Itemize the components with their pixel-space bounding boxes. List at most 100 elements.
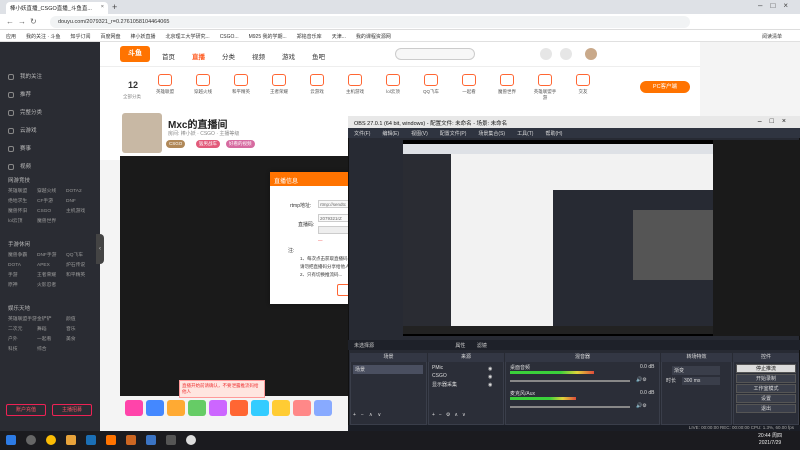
sidebar-grid-item[interactable]: QQ飞车 xyxy=(66,251,95,261)
terminal-icon[interactable] xyxy=(166,435,176,445)
browser-tab[interactable]: 棒小妖直播_CSGO直播_斗鱼直... × xyxy=(6,2,108,14)
windows-start-icon[interactable] xyxy=(6,435,16,445)
search-input[interactable] xyxy=(395,48,475,60)
nav-buttons[interactable]: ←→↻ xyxy=(6,17,41,26)
sidebar-grid-item[interactable]: 主机游戏 xyxy=(66,207,95,217)
douyu-logo[interactable]: 斗鱼 xyxy=(120,46,150,62)
sidebar-grid-item[interactable]: 舞蹈 xyxy=(37,325,66,335)
mixer-desktop-slider[interactable] xyxy=(510,380,630,382)
room-tag[interactable]: 猛男战车 xyxy=(196,140,220,148)
category-item[interactable]: lol云顶 xyxy=(380,74,406,95)
filters-button[interactable]: 滤镜 xyxy=(477,343,487,349)
bookmark-item[interactable]: 我的课程资源网 xyxy=(356,34,391,40)
avatar[interactable] xyxy=(585,48,597,60)
bookmark-item[interactable]: 棒小妖直播 xyxy=(131,34,156,40)
bookmark-item[interactable]: CSGO... xyxy=(220,34,239,40)
sidebar-grid-item[interactable]: 原神 xyxy=(8,281,37,291)
sidebar-grid-item[interactable]: 王者荣耀 xyxy=(37,271,66,281)
sidebar-item[interactable]: 完整分类 xyxy=(8,108,42,116)
obs-menu-item[interactable]: 编辑(E) xyxy=(382,131,399,137)
sidebar-grid-item[interactable]: 穿越火线 xyxy=(37,187,66,197)
category-item[interactable]: 英雄联盟手游 xyxy=(532,74,558,101)
obs-menu-item[interactable]: 配置文件(P) xyxy=(440,131,467,137)
gift-icon[interactable] xyxy=(209,400,227,416)
collapse-sidebar-icon[interactable]: ‹ xyxy=(96,234,104,264)
obs-preview[interactable] xyxy=(403,140,800,336)
sidebar-grid-item[interactable]: 科技 xyxy=(8,345,37,355)
reading-list[interactable]: 阅读清单 xyxy=(762,33,782,40)
bookmark-item[interactable]: 郑铭音乐库 xyxy=(297,34,322,40)
sidebar-item[interactable]: 推荐 xyxy=(8,90,31,98)
sidebar-item[interactable]: 视频 xyxy=(8,162,31,170)
sidebar-grid-item[interactable]: DOTA2 xyxy=(66,187,95,197)
source-dock-controls[interactable]: +−⚙∧∨ xyxy=(432,412,470,418)
exit-button[interactable]: 退出 xyxy=(736,404,796,413)
close-tab-icon[interactable]: × xyxy=(101,4,104,10)
nav-item[interactable]: 鱼吧 xyxy=(312,51,325,61)
sidebar-grid-item[interactable]: DNF xyxy=(66,197,95,207)
bookmark-item[interactable]: 天津... xyxy=(332,34,346,40)
category-item[interactable]: 一起看 xyxy=(456,74,482,95)
transition-select[interactable]: 渐变 xyxy=(672,366,720,375)
mic-icon[interactable]: 🔊⚙ xyxy=(636,403,647,409)
room-tag[interactable]: CSGO xyxy=(166,140,186,148)
sidebar-grid-item[interactable]: DOTA xyxy=(8,261,37,271)
bookmark-item[interactable]: 知乎订阅 xyxy=(70,34,90,40)
sidebar-grid-item[interactable]: 金铲铲 xyxy=(37,315,66,325)
history-icon[interactable] xyxy=(540,48,552,60)
nav-item[interactable]: 直播 xyxy=(192,51,205,61)
category-item[interactable]: 穿越火线 xyxy=(190,74,216,95)
category-item[interactable]: 和平精英 xyxy=(228,74,254,95)
sidebar-grid-item[interactable]: 火影忍者 xyxy=(37,281,66,291)
sidebar-button[interactable]: 主播招募 xyxy=(52,404,92,416)
sidebar-section-title[interactable]: 网游竞技 xyxy=(8,176,30,184)
sidebar-section-title[interactable]: 手游休闲 xyxy=(8,240,30,248)
explorer-icon[interactable] xyxy=(66,435,76,445)
gift-icon[interactable] xyxy=(272,400,290,416)
gift-icon[interactable] xyxy=(188,400,206,416)
sidebar-grid-item[interactable]: 美食 xyxy=(66,335,95,345)
obs-menu-item[interactable]: 视图(V) xyxy=(411,131,428,137)
gift-icon[interactable] xyxy=(146,400,164,416)
sidebar-grid-item[interactable]: 和平精英 xyxy=(66,271,95,281)
sidebar-item[interactable]: 赛事 xyxy=(8,144,31,152)
sidebar-grid-item[interactable]: 一起看 xyxy=(37,335,66,345)
app-icon[interactable] xyxy=(126,435,136,445)
sidebar-item[interactable]: 我的关注 xyxy=(8,72,42,80)
search-icon[interactable] xyxy=(26,435,36,445)
sidebar-grid-item[interactable]: 英雄联盟手游 xyxy=(8,315,37,325)
steam-icon[interactable] xyxy=(86,435,96,445)
gift-icon[interactable] xyxy=(230,400,248,416)
gift-icon[interactable] xyxy=(251,400,269,416)
source-item-pmic[interactable]: PMic xyxy=(432,365,443,371)
word-icon[interactable] xyxy=(146,435,156,445)
bookmark-item[interactable]: 应用 xyxy=(6,34,16,40)
chrome-icon[interactable] xyxy=(46,435,56,445)
start-recording-button[interactable]: 开始录制 xyxy=(736,374,796,383)
nav-item[interactable]: 首页 xyxy=(162,51,175,61)
sidebar-grid-item[interactable]: CF手游 xyxy=(37,197,66,207)
sidebar-grid-item[interactable]: 炉石传说 xyxy=(66,261,95,271)
bookmark-item[interactable]: 百度网盘 xyxy=(100,34,120,40)
nav-item[interactable]: 视频 xyxy=(252,51,265,61)
speaker-icon[interactable]: 🔊⚙ xyxy=(636,377,647,383)
gift-icon[interactable] xyxy=(167,400,185,416)
obs-menu-item[interactable]: 工具(T) xyxy=(517,131,533,137)
category-item[interactable]: 魔兽世界 xyxy=(494,74,520,95)
category-item[interactable]: 主机游戏 xyxy=(342,74,368,95)
obs-window-controls[interactable]: –□× xyxy=(758,118,794,125)
window-controls[interactable]: –□× xyxy=(758,1,796,10)
sidebar-grid-item[interactable]: 音乐 xyxy=(66,325,95,335)
sidebar-grid-item[interactable]: 户外 xyxy=(8,335,37,345)
obs-icon[interactable] xyxy=(186,435,196,445)
studio-mode-button[interactable]: 工作室模式 xyxy=(736,384,796,393)
category-item[interactable]: 云游戏 xyxy=(304,74,330,95)
obs-menu-item[interactable]: 文件(F) xyxy=(354,131,370,137)
sidebar-grid-item[interactable]: 颜值 xyxy=(66,315,95,325)
sidebar-grid-item[interactable]: DNF手游 xyxy=(37,251,66,261)
source-item-display[interactable]: 显示器采集 xyxy=(432,381,457,388)
code-field[interactable]: 2079321rZ xyxy=(318,214,350,222)
sidebar-grid-item[interactable]: 英雄联盟 xyxy=(8,187,37,197)
gift-icon[interactable] xyxy=(125,400,143,416)
sidebar-section-title[interactable]: 娱乐天地 xyxy=(8,304,30,312)
